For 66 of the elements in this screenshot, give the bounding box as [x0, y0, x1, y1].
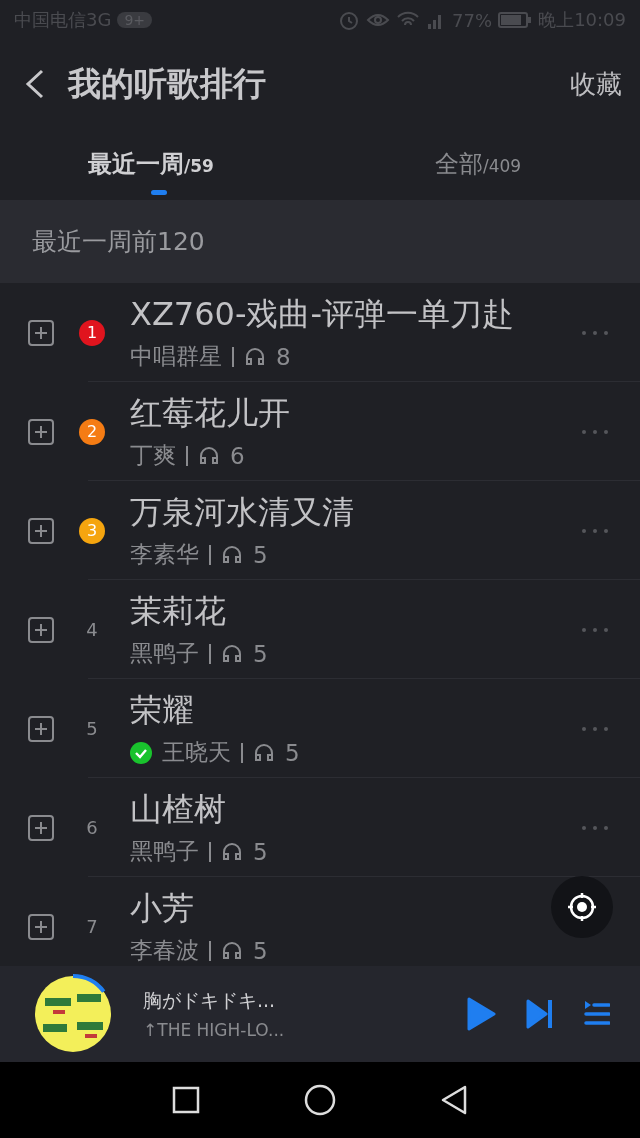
add-icon[interactable] [28, 616, 54, 643]
alarm-icon [338, 9, 361, 31]
song-row[interactable]: 2 红莓花儿开 丁爽 6 [0, 382, 640, 481]
play-count: 5 [285, 739, 300, 766]
artist-name: 丁爽 [130, 441, 176, 470]
headphones-icon [244, 345, 266, 368]
artist-name: 黑鸭子 [130, 837, 199, 866]
song-row[interactable]: 1 XZ760-戏曲-评弹一单刀赴 中唱群星 8 [0, 283, 640, 382]
artist-name: 李素华 [130, 540, 199, 569]
artist-name: 中唱群星 [130, 342, 222, 371]
headphones-icon [221, 939, 243, 962]
song-row[interactable]: 4 茉莉花 黑鸭子 5 [0, 580, 640, 679]
section-title: 最近一周前120 [32, 226, 205, 258]
headphones-icon [198, 444, 220, 467]
song-title: XZ760-戏曲-评弹一单刀赴 [130, 294, 515, 335]
song-title: 万泉河水清又清 [130, 492, 355, 533]
headphones-icon [221, 543, 243, 566]
song-row[interactable]: 6 山楂树 黑鸭子 5 [0, 778, 640, 877]
recents-button[interactable] [172, 1086, 200, 1114]
rank-number: 5 [86, 718, 98, 739]
track-title: 胸がドキドキ... [143, 988, 277, 1013]
song-title: 茉莉花 [130, 591, 227, 632]
home-button[interactable] [304, 1084, 336, 1116]
headphones-icon [253, 741, 275, 764]
play-count: 6 [230, 442, 245, 469]
artist-name: 黑鸭子 [130, 639, 199, 668]
play-count: 8 [276, 343, 291, 370]
add-icon[interactable] [28, 913, 54, 940]
track-artist: ↑THE HIGH-LO... [143, 1020, 286, 1040]
song-title: 荣耀 [130, 690, 195, 731]
headphones-icon [221, 840, 243, 863]
artist-name: 王晓天 [162, 738, 231, 767]
play-button[interactable] [466, 997, 496, 1031]
rank-number: 7 [86, 916, 98, 937]
rank-badge: 1 [79, 319, 105, 346]
rank-number: 6 [86, 817, 98, 838]
song-title: 红莓花儿开 [130, 393, 291, 434]
play-count: 5 [253, 541, 268, 568]
check-icon [130, 741, 152, 764]
battery-icon [498, 11, 533, 29]
song-title: 小芳 [130, 888, 195, 929]
song-row[interactable]: 5 荣耀 王晓天 5 [0, 679, 640, 778]
add-icon[interactable] [28, 715, 54, 742]
headphones-icon [221, 642, 243, 665]
play-count: 5 [253, 937, 268, 964]
eye-icon [366, 11, 391, 29]
add-icon[interactable] [28, 517, 54, 544]
artist-name: 李春波 [130, 936, 199, 965]
rank-badge: 2 [79, 418, 105, 445]
rank-number: 4 [86, 619, 98, 640]
page-title: 我的听歌排行 [68, 62, 266, 105]
back-nav-button[interactable] [440, 1085, 468, 1115]
play-count: 5 [253, 838, 268, 865]
rank-badge: 3 [79, 517, 105, 544]
add-icon[interactable] [28, 418, 54, 445]
tab[interactable]: 全部/409 [310, 128, 640, 200]
add-icon[interactable] [28, 319, 54, 346]
playlist-icon[interactable] [584, 1000, 610, 1028]
next-button[interactable] [526, 999, 554, 1029]
song-row[interactable]: 3 万泉河水清又清 李素华 5 [0, 481, 640, 580]
favorite-button[interactable]: 收藏 [570, 66, 622, 102]
tab[interactable]: 最近一周/59 [0, 128, 310, 200]
add-icon[interactable] [28, 814, 54, 841]
target-icon [567, 892, 597, 922]
play-count: 5 [253, 640, 268, 667]
song-title: 山楂树 [130, 789, 227, 830]
